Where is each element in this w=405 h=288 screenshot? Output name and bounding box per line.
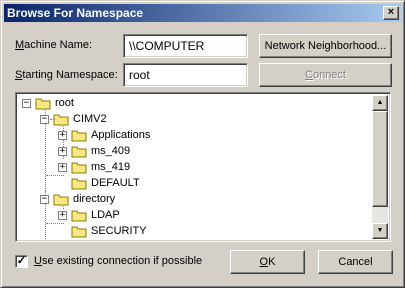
scroll-thumb[interactable] bbox=[372, 111, 388, 207]
use-existing-connection-label[interactable]: Use existing connection if possible bbox=[34, 255, 202, 267]
tree-item-default[interactable]: DEFAULT bbox=[58, 175, 140, 191]
tree-item-ms-409[interactable]: + ms_409 bbox=[58, 143, 130, 159]
ok-button[interactable]: OK bbox=[230, 250, 305, 274]
tree-item-root[interactable]: − root bbox=[22, 95, 74, 111]
tree-item-ldap[interactable]: + LDAP bbox=[58, 207, 120, 223]
expand-icon[interactable]: + bbox=[58, 130, 67, 140]
machine-name-label: Machine Name: bbox=[15, 39, 93, 51]
arrow-up-icon: ▲ bbox=[376, 99, 384, 106]
expand-icon[interactable]: + bbox=[58, 162, 67, 172]
close-icon: × bbox=[387, 6, 395, 18]
checkmark-icon: ✓ bbox=[16, 255, 27, 267]
folder-icon bbox=[53, 114, 69, 125]
folder-icon bbox=[35, 98, 51, 109]
scroll-up-button[interactable]: ▲ bbox=[372, 95, 388, 111]
folder-icon bbox=[71, 146, 87, 157]
dialog-title: Browse For Namespace bbox=[7, 6, 144, 20]
expand-icon[interactable]: + bbox=[58, 146, 67, 156]
tree-item-directory[interactable]: − directory bbox=[40, 191, 115, 207]
tree-scrollbar[interactable]: ▲ ▼ bbox=[372, 95, 388, 239]
use-existing-connection-checkbox[interactable]: ✓ bbox=[15, 255, 28, 268]
folder-icon bbox=[72, 239, 88, 240]
connect-button[interactable]: Connect bbox=[259, 63, 392, 87]
folder-icon bbox=[53, 194, 69, 205]
scroll-down-button[interactable]: ▼ bbox=[372, 223, 388, 239]
cancel-button[interactable]: Cancel bbox=[318, 250, 393, 274]
tree-item-partial bbox=[72, 237, 92, 239]
starting-namespace-label: Starting Namespace: bbox=[15, 69, 118, 81]
expand-icon[interactable]: + bbox=[58, 210, 67, 220]
folder-icon bbox=[71, 130, 87, 141]
collapse-icon[interactable]: − bbox=[40, 114, 49, 124]
machine-name-input[interactable]: \\COMPUTER bbox=[123, 34, 248, 58]
folder-icon bbox=[71, 178, 87, 189]
tree-content: − root − CIMV2 + Applications + ms_409 + bbox=[18, 95, 374, 239]
collapse-icon[interactable]: − bbox=[40, 194, 49, 204]
tree-item-applications[interactable]: + Applications bbox=[58, 127, 150, 143]
arrow-down-icon: ▼ bbox=[376, 227, 384, 234]
tree-item-ms-419[interactable]: + ms_419 bbox=[58, 159, 130, 175]
folder-icon bbox=[71, 226, 87, 237]
title-bar[interactable]: Browse For Namespace × bbox=[4, 4, 401, 22]
tree-item-cimv2[interactable]: − CIMV2 bbox=[40, 111, 107, 127]
close-button[interactable]: × bbox=[383, 6, 399, 20]
browse-namespace-dialog: Browse For Namespace × Machine Name: \\C… bbox=[0, 0, 405, 288]
starting-namespace-input[interactable]: root bbox=[123, 63, 248, 87]
network-neighborhood-button[interactable]: Network Neighborhood... bbox=[259, 34, 392, 58]
folder-icon bbox=[71, 210, 87, 221]
namespace-tree[interactable]: − root − CIMV2 + Applications + ms_409 + bbox=[15, 92, 391, 242]
collapse-icon[interactable]: − bbox=[22, 98, 31, 108]
folder-icon bbox=[71, 162, 87, 173]
